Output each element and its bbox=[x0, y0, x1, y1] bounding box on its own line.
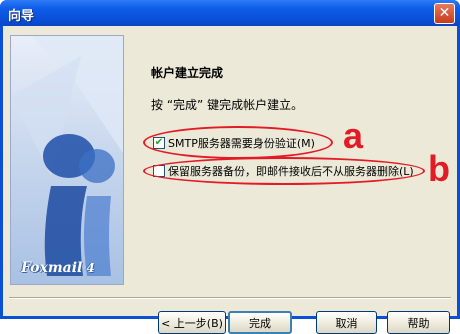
close-button[interactable]: ✕ bbox=[434, 3, 455, 24]
finish-button[interactable]: 完成 bbox=[228, 311, 292, 334]
wizard-window: 向导 ✕ Foxmail 4 帐户建立完成 按 “完成” 键完成帐户建立。 ✔ S… bbox=[0, 0, 460, 334]
cancel-button[interactable]: 取消 bbox=[316, 311, 377, 334]
annotation-ellipse-a bbox=[143, 126, 333, 159]
window-title: 向导 bbox=[8, 9, 35, 24]
title-bar[interactable]: 向导 ✕ bbox=[0, 0, 460, 26]
page-instruction: 按 “完成” 键完成帐户建立。 bbox=[151, 98, 304, 112]
wizard-body: Foxmail 4 帐户建立完成 按 “完成” 键完成帐户建立。 ✔ SMTP服务… bbox=[3, 26, 457, 334]
page-title: 帐户建立完成 bbox=[151, 66, 224, 80]
button-separator bbox=[9, 297, 451, 299]
annotation-ellipse-b bbox=[143, 157, 425, 185]
help-button[interactable]: 帮助 bbox=[387, 311, 450, 334]
foxmail-mascot-icon bbox=[11, 36, 123, 276]
annotation-label-b: b bbox=[428, 148, 450, 189]
foxmail-logo: Foxmail 4 bbox=[21, 260, 95, 276]
back-button[interactable]: < 上一步(B) bbox=[158, 311, 226, 334]
annotation-label-a: a bbox=[343, 115, 364, 156]
foxmail-banner: Foxmail 4 bbox=[10, 35, 124, 285]
close-icon: ✕ bbox=[438, 5, 451, 21]
